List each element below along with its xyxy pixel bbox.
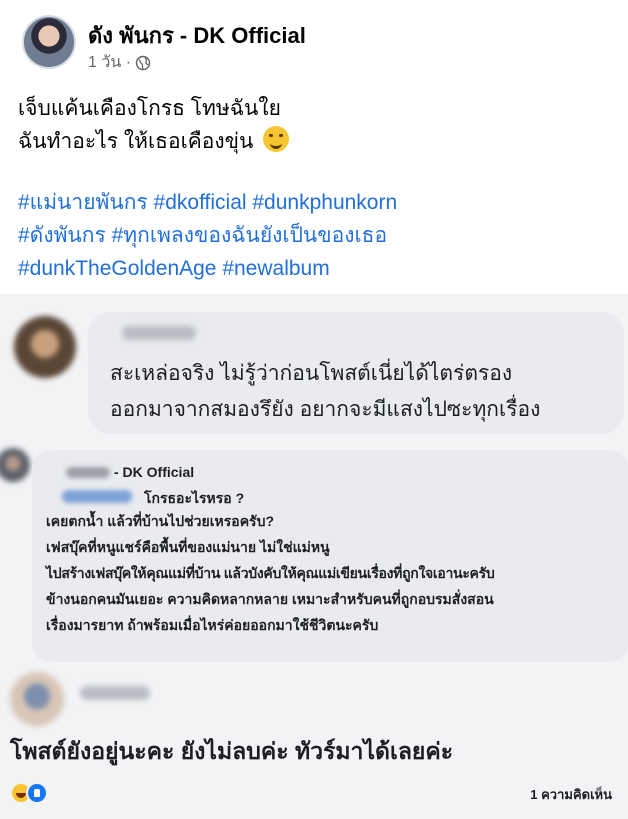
post-text-line: ฉันทำอะไร ให้เธอเคืองขุ่น xyxy=(18,130,254,153)
mentioned-name-blurred[interactable] xyxy=(62,490,132,503)
smiling-face-emoji-icon xyxy=(263,126,290,152)
post-hashtags: #แม่นายพันกร #dkofficial #dunkphunkorn #… xyxy=(18,186,397,285)
comment-text: สะเหล่อจริง ไม่รู้ว่าก่อนโพสต์เนี่ยได้ไต… xyxy=(110,356,540,428)
hashtag-line[interactable]: #ดังพันกร #ทุกเพลงของฉันยังเป็นของเธอ xyxy=(18,219,397,252)
commenter-name-blurred[interactable] xyxy=(80,686,150,700)
post: ดัง พันกร - DK Official 1 วัน · เจ็บแค้น… xyxy=(0,0,628,294)
commenter-avatar-blurred[interactable] xyxy=(0,448,30,482)
like-reaction-icon xyxy=(26,782,48,804)
reply-bubble: - DK Official โกรธอะไรหรอ ? เคยตกน้ำ แล้… xyxy=(32,450,628,662)
reply-author-name-blurred xyxy=(66,466,110,478)
post-text: เจ็บแค้นเคืองโกรธ โทษฉันใย ฉันทำอะไร ให้… xyxy=(18,92,290,158)
reply-line: ไปสร้างเฟสบุ๊คให้คุณแม่ที่บ้าน แล้วบังคั… xyxy=(46,565,495,581)
reply-line: เฟสบุ๊คที่หนูแชร์คือพื้นที่ของแม่นาย ไม่… xyxy=(46,539,330,555)
post-text-line: เจ็บแค้นเคืองโกรธ โทษฉันใย xyxy=(18,97,281,120)
author-avatar[interactable] xyxy=(22,15,76,69)
post-author-name[interactable]: ดัง พันกร - DK Official xyxy=(88,18,306,53)
post-time[interactable]: 1 วัน · xyxy=(88,50,131,75)
comment-text-line: สะเหล่อจริง ไม่รู้ว่าก่อนโพสต์เนี่ยได้ไต… xyxy=(110,362,513,385)
comments-section: สะเหล่อจริง ไม่รู้ว่าก่อนโพสต์เนี่ยได้ไต… xyxy=(0,294,628,819)
globe-icon xyxy=(135,55,151,70)
comment-count[interactable]: 1 ความคิดเห็น xyxy=(530,784,612,805)
comment-text-line: ออกมาจากสมองรึยัง อยากจะมีแสงไปซะทุกเรื่… xyxy=(110,398,541,421)
reply-line: เคยตกน้ำ แล้วที่บ้านไปช่วยเหรอครับ? xyxy=(46,513,275,529)
reply-author[interactable]: - DK Official xyxy=(66,464,194,480)
hashtag-line[interactable]: #dunkTheGoldenAge #newalbum xyxy=(18,252,397,285)
comment-bubble: สะเหล่อจริง ไม่รู้ว่าก่อนโพสต์เนี่ยได้ไต… xyxy=(88,312,624,434)
reply-author-suffix: - DK Official xyxy=(114,464,195,480)
commenter-avatar-blurred[interactable] xyxy=(14,316,76,378)
hashtag-line[interactable]: #แม่นายพันกร #dkofficial #dunkphunkorn xyxy=(18,186,397,219)
comment-text: โพสต์ยังอยู่นะคะ ยังไม่ลบค่ะ ทัวร์มาได้เ… xyxy=(10,738,454,764)
post-meta: 1 วัน · xyxy=(88,50,151,75)
commenter-avatar-blurred[interactable] xyxy=(10,672,64,726)
commenter-name-blurred[interactable] xyxy=(122,326,196,340)
reactions-summary[interactable] xyxy=(10,782,48,804)
post-text-line-with-emoji: ฉันทำอะไร ให้เธอเคืองขุ่น xyxy=(18,125,290,158)
reply-line: เรื่องมารยาท ถ้าพร้อมเมื่อไหร่ค่อยออกมาใ… xyxy=(46,617,379,633)
reply-line: ข้างนอกคนมันเยอะ ความคิดหลากหลาย เหมาะสำ… xyxy=(46,591,494,607)
reply-quote: โกรธอะไรหรอ ? xyxy=(144,490,245,506)
